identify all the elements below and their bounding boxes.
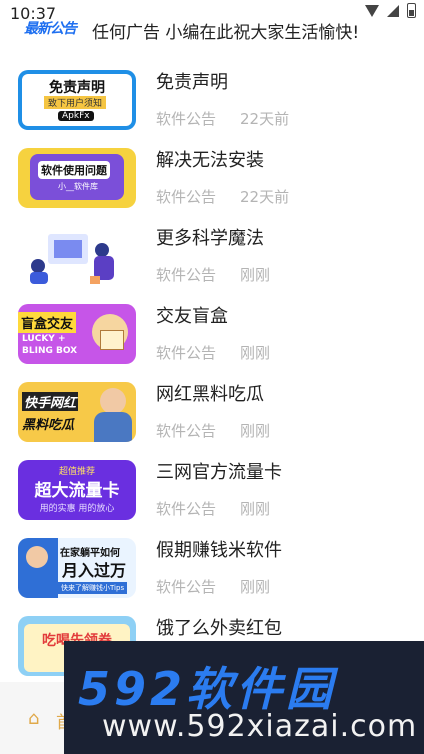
thumbnail-blind-box: 盲盒交友 LUCKY + BLING BOX bbox=[18, 304, 136, 364]
list-item[interactable]: 快手网红 黑料吃瓜 网红黑料吃瓜 软件公告 刚刚 bbox=[0, 374, 424, 452]
thumbnail-earn-money: 在家躺平如何 月入过万 快来了解赚钱小Tips bbox=[18, 538, 136, 598]
item-title: 三网官方流量卡 bbox=[156, 462, 282, 483]
item-time: 22天前 bbox=[240, 110, 290, 128]
item-time: 刚刚 bbox=[240, 422, 271, 440]
thumbnail-gossip: 快手网红 黑料吃瓜 bbox=[18, 382, 136, 442]
item-title: 假期赚钱米软件 bbox=[156, 540, 282, 561]
item-time: 刚刚 bbox=[240, 344, 271, 362]
announcement-logo: 最新公告 bbox=[24, 21, 77, 37]
item-time: 刚刚 bbox=[240, 266, 271, 284]
thumbnail-disclaimer: 免责声明 致下用户须知 ApkFx bbox=[18, 70, 136, 130]
list-item[interactable]: 软件使用问题 小__软件库 解决无法安装 软件公告 22天前 bbox=[0, 140, 424, 218]
item-title: 网红黑料吃瓜 bbox=[156, 384, 264, 405]
people-illustration-icon bbox=[30, 234, 114, 284]
list-item[interactable]: 在家躺平如何 月入过万 快来了解赚钱小Tips 假期赚钱米软件 软件公告 刚刚 bbox=[0, 530, 424, 608]
item-title: 更多科学魔法 bbox=[156, 228, 264, 249]
list-item[interactable]: 更多科学魔法 软件公告 刚刚 bbox=[0, 218, 424, 296]
item-category: 软件公告 bbox=[156, 578, 217, 596]
list-item[interactable]: 盲盒交友 LUCKY + BLING BOX 交友盲盒 软件公告 刚刚 bbox=[0, 296, 424, 374]
announcement-bar[interactable]: 最新公告 任何广告 小编在此祝大家生活愉快! bbox=[0, 14, 424, 44]
home-icon[interactable]: ⌂ bbox=[28, 708, 39, 729]
thumbnail-illustration bbox=[18, 226, 136, 286]
item-time: 刚刚 bbox=[240, 500, 271, 518]
item-time: 22天前 bbox=[240, 188, 290, 206]
item-title: 饿了么外卖红包 bbox=[156, 618, 282, 639]
item-category: 软件公告 bbox=[156, 500, 217, 518]
item-category: 软件公告 bbox=[156, 344, 217, 362]
item-title: 交友盲盒 bbox=[156, 306, 228, 327]
watermark-url: www.592xiazai.com bbox=[102, 709, 418, 744]
thumbnail-install-issue: 软件使用问题 小__软件库 bbox=[18, 148, 136, 208]
list-item[interactable]: 免责声明 致下用户须知 ApkFx 免责声明 软件公告 22天前 bbox=[0, 62, 424, 140]
item-category: 软件公告 bbox=[156, 422, 217, 440]
watermark: 592软件园 www.592xiazai.com bbox=[64, 641, 424, 754]
item-category: 软件公告 bbox=[156, 266, 217, 284]
thumbnail-data-card: 超值推荐 超大流量卡 用的实惠 用的放心 bbox=[18, 460, 136, 520]
item-title: 解决无法安装 bbox=[156, 150, 264, 171]
item-time: 刚刚 bbox=[240, 578, 271, 596]
item-category: 软件公告 bbox=[156, 110, 217, 128]
item-title: 免责声明 bbox=[156, 72, 228, 93]
list-item[interactable]: 超值推荐 超大流量卡 用的实惠 用的放心 三网官方流量卡 软件公告 刚刚 bbox=[0, 452, 424, 530]
announcement-text: 任何广告 小编在此祝大家生活愉快! bbox=[92, 23, 360, 43]
item-category: 软件公告 bbox=[156, 188, 217, 206]
